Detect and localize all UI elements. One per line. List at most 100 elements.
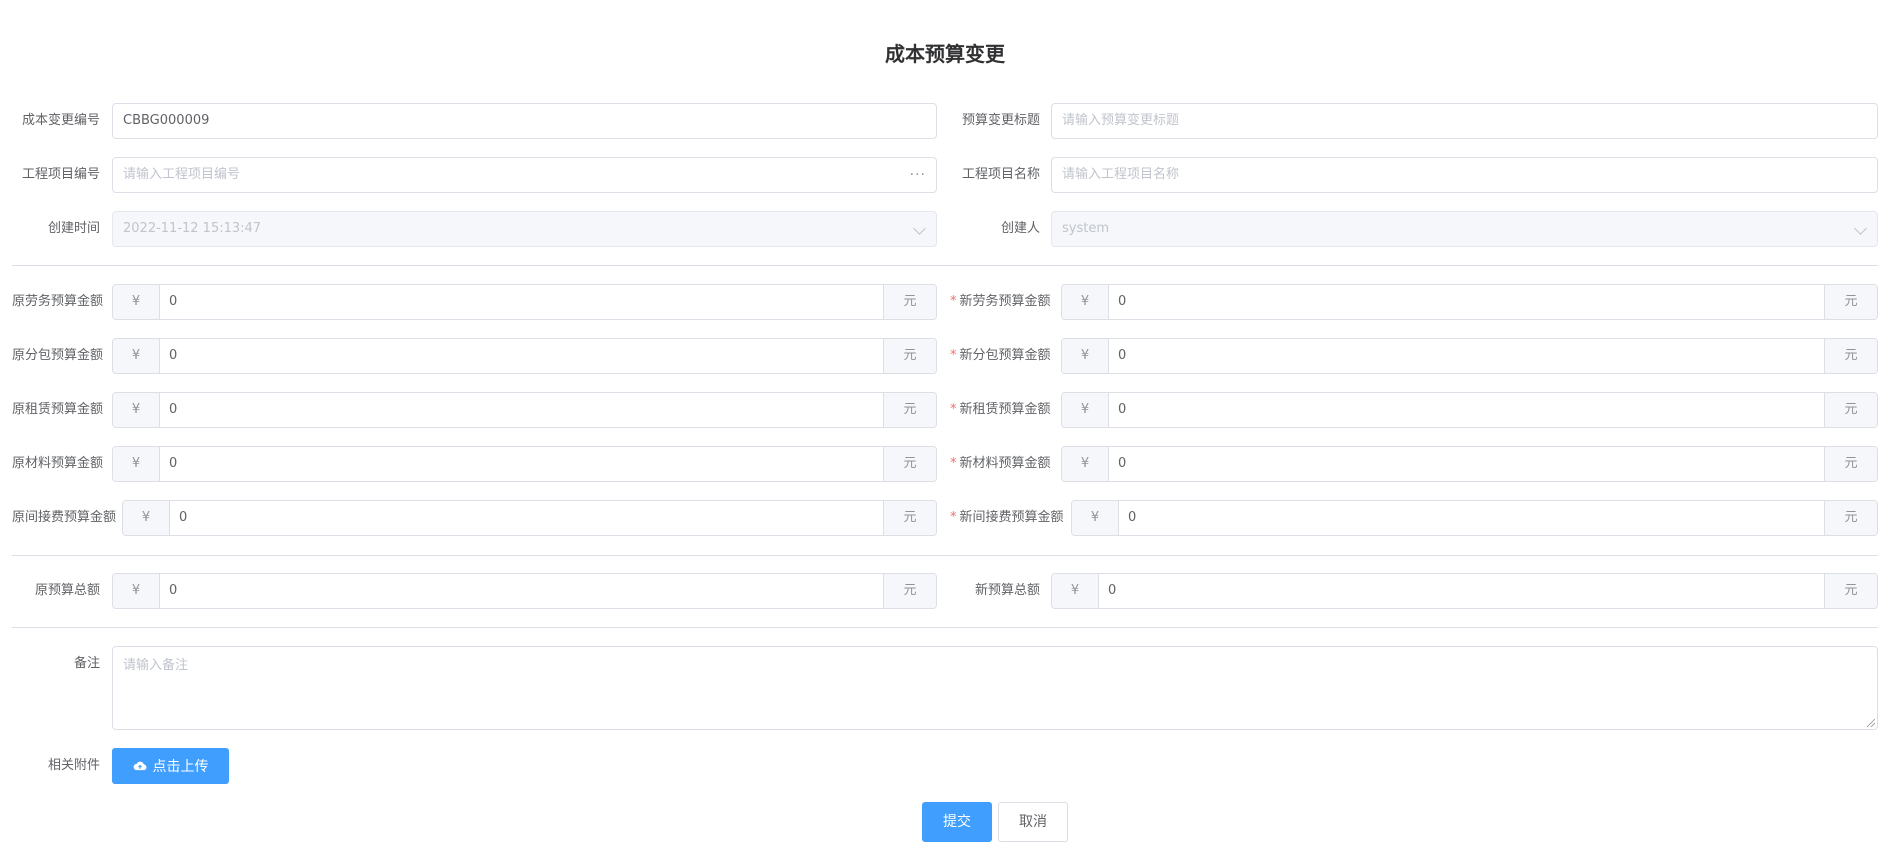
new-total-value[interactable]: 0: [1099, 574, 1824, 608]
upload-button[interactable]: 点击上传: [112, 748, 229, 784]
orig-total-input[interactable]: ¥ 0 元: [112, 573, 937, 609]
required-mark: *: [950, 402, 957, 417]
orig-indirect-label: 原间接费预算金额: [12, 510, 117, 525]
creator-label: 创建人: [1000, 221, 1040, 236]
yuan-suffix: 元: [1824, 501, 1877, 535]
project-no-label: 工程项目编号: [21, 167, 100, 182]
yen-prefix: ¥: [1062, 339, 1109, 373]
yen-prefix: ¥: [113, 393, 160, 427]
cost-change-no-label: 成本变更编号: [21, 113, 100, 128]
new-rent-label-text: 新租赁预算金额: [959, 402, 1051, 417]
cloud-upload-icon: [133, 761, 146, 771]
yuan-suffix: 元: [883, 574, 936, 608]
orig-sub-input[interactable]: ¥ 0 元: [112, 338, 937, 374]
orig-labor-label: 原劳务预算金额: [12, 294, 104, 309]
yuan-suffix: 元: [883, 285, 936, 319]
new-indirect-value[interactable]: 0: [1119, 501, 1824, 535]
orig-labor-input[interactable]: ¥ 0 元: [112, 284, 937, 320]
orig-indirect-value[interactable]: 0: [170, 501, 883, 535]
new-labor-label: * 新劳务预算金额: [950, 284, 1051, 320]
yuan-suffix: 元: [1824, 393, 1877, 427]
project-no-input[interactable]: 请输入工程项目编号 ···: [112, 157, 937, 193]
yuan-suffix: 元: [883, 501, 936, 535]
new-material-value[interactable]: 0: [1109, 447, 1824, 481]
yen-prefix: ¥: [123, 501, 170, 535]
new-indirect-label-text: 新间接费预算金额: [959, 510, 1064, 525]
chevron-down-icon: [913, 222, 926, 235]
yen-prefix: ¥: [1062, 393, 1109, 427]
new-indirect-label: * 新间接费预算金额: [950, 500, 1064, 536]
yuan-suffix: 元: [1824, 339, 1877, 373]
required-mark: *: [950, 294, 957, 309]
orig-indirect-input[interactable]: ¥ 0 元: [122, 500, 937, 536]
orig-rent-input[interactable]: ¥ 0 元: [112, 392, 937, 428]
yen-prefix: ¥: [113, 574, 160, 608]
orig-rent-value[interactable]: 0: [160, 393, 883, 427]
resize-handle-icon[interactable]: [1867, 719, 1875, 727]
yuan-suffix: 元: [883, 393, 936, 427]
new-material-label-text: 新材料预算金额: [959, 456, 1051, 471]
cost-change-no-input[interactable]: CBBG000009: [112, 103, 937, 139]
new-sub-label: * 新分包预算金额: [950, 338, 1051, 374]
required-mark: *: [950, 456, 957, 471]
yen-prefix: ¥: [1062, 285, 1109, 319]
orig-labor-value[interactable]: 0: [160, 285, 883, 319]
more-icon[interactable]: ···: [910, 158, 926, 192]
new-sub-value[interactable]: 0: [1109, 339, 1824, 373]
yuan-suffix: 元: [1824, 285, 1877, 319]
new-total-input[interactable]: ¥ 0 元: [1051, 573, 1878, 609]
new-sub-input[interactable]: ¥ 0 元: [1061, 338, 1878, 374]
new-rent-label: * 新租赁预算金额: [950, 392, 1051, 428]
new-rent-value[interactable]: 0: [1109, 393, 1824, 427]
section-divider: [12, 555, 1878, 556]
creator-value: system: [1062, 221, 1109, 236]
orig-total-label: 原预算总额: [34, 583, 100, 598]
new-total-label: 新预算总额: [974, 583, 1040, 598]
orig-sub-value[interactable]: 0: [160, 339, 883, 373]
orig-material-label: 原材料预算金额: [12, 456, 104, 471]
yen-prefix: ¥: [113, 285, 160, 319]
upload-button-label: 点击上传: [152, 759, 209, 775]
yen-prefix: ¥: [113, 339, 160, 373]
orig-material-value[interactable]: 0: [160, 447, 883, 481]
new-labor-value[interactable]: 0: [1109, 285, 1824, 319]
project-name-label: 工程项目名称: [961, 167, 1040, 182]
remark-placeholder: 请输入备注: [123, 658, 189, 673]
new-material-input[interactable]: ¥ 0 元: [1061, 446, 1878, 482]
project-no-placeholder: 请输入工程项目编号: [123, 167, 241, 182]
required-mark: *: [950, 348, 957, 363]
yen-prefix: ¥: [1052, 574, 1099, 608]
orig-total-value[interactable]: 0: [160, 574, 883, 608]
yuan-suffix: 元: [1824, 447, 1877, 481]
remark-label: 备注: [73, 656, 100, 671]
new-material-label: * 新材料预算金额: [950, 446, 1051, 482]
yuan-suffix: 元: [1824, 574, 1877, 608]
budget-change-title-label: 预算变更标题: [961, 113, 1040, 128]
cancel-button[interactable]: 取消: [998, 802, 1068, 842]
section-divider: [12, 265, 1878, 266]
created-time-value: 2022-11-12 15:13:47: [123, 221, 262, 236]
budget-change-title-input[interactable]: 请输入预算变更标题: [1051, 103, 1878, 139]
required-mark: *: [950, 510, 957, 525]
remark-textarea[interactable]: 请输入备注: [112, 646, 1878, 730]
submit-button[interactable]: 提交: [922, 802, 992, 842]
new-indirect-input[interactable]: ¥ 0 元: [1071, 500, 1878, 536]
yuan-suffix: 元: [883, 447, 936, 481]
new-sub-label-text: 新分包预算金额: [959, 348, 1051, 363]
created-time-label: 创建时间: [47, 221, 100, 236]
yen-prefix: ¥: [1072, 501, 1119, 535]
orig-material-input[interactable]: ¥ 0 元: [112, 446, 937, 482]
yen-prefix: ¥: [113, 447, 160, 481]
new-labor-label-text: 新劳务预算金额: [959, 294, 1051, 309]
new-rent-input[interactable]: ¥ 0 元: [1061, 392, 1878, 428]
attachment-label: 相关附件: [47, 758, 100, 773]
project-name-input[interactable]: 请输入工程项目名称: [1051, 157, 1878, 193]
yen-prefix: ¥: [1062, 447, 1109, 481]
new-labor-input[interactable]: ¥ 0 元: [1061, 284, 1878, 320]
chevron-down-icon: [1854, 222, 1867, 235]
page-title: 成本预算变更: [885, 42, 1005, 66]
orig-rent-label: 原租赁预算金额: [12, 402, 104, 417]
created-time-select: 2022-11-12 15:13:47: [112, 211, 937, 247]
orig-sub-label: 原分包预算金额: [12, 348, 104, 363]
yuan-suffix: 元: [883, 339, 936, 373]
